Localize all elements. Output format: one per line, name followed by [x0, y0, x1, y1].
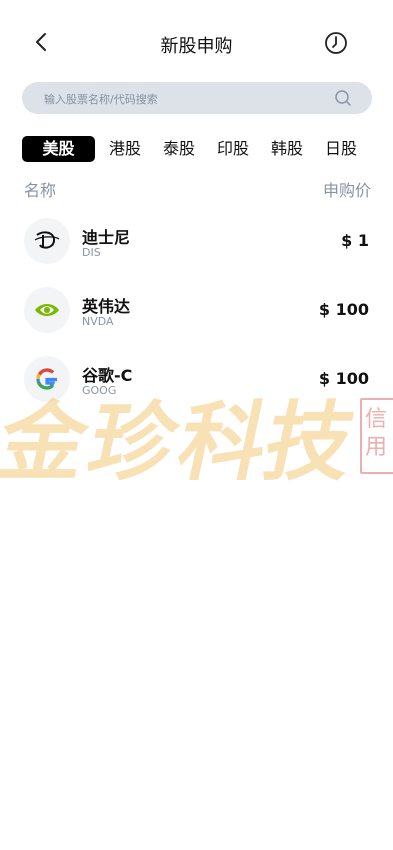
- column-name-header: 名称: [24, 181, 57, 200]
- stock-price: $ 100: [318, 300, 369, 319]
- tab-kr[interactable]: 韩股: [264, 136, 310, 162]
- header: 新股申购: [0, 0, 393, 86]
- search-icon[interactable]: [334, 89, 352, 107]
- nvidia-logo: [24, 287, 70, 333]
- seal-text: 信用: [365, 407, 388, 460]
- watermark-seal: 信用: [360, 398, 393, 474]
- stock-code: DIS: [82, 246, 101, 259]
- stock-code: NVDA: [82, 315, 114, 328]
- tab-hk[interactable]: 港股: [102, 136, 148, 162]
- stock-code: GOOG: [82, 384, 117, 397]
- market-tabs: 美股 港股 泰股 印股 韩股 日股: [22, 136, 372, 162]
- search-input[interactable]: 输入股票名称/代码搜索: [22, 82, 372, 114]
- google-logo: [24, 356, 70, 402]
- disney-logo: [24, 218, 70, 264]
- history-clock-icon[interactable]: [324, 31, 348, 55]
- tab-in[interactable]: 印股: [210, 136, 256, 162]
- stock-row-dis[interactable]: 迪士尼 DIS $ 1: [0, 218, 393, 274]
- stock-name: 谷歌-C: [82, 366, 133, 385]
- stock-row-nvda[interactable]: 英伟达 NVDA $ 100: [0, 287, 393, 343]
- column-price-header: 申购价: [322, 181, 371, 200]
- tab-jp[interactable]: 日股: [318, 136, 364, 162]
- tab-us[interactable]: 美股: [22, 136, 95, 162]
- tab-th[interactable]: 泰股: [156, 136, 202, 162]
- stock-price: $ 1: [341, 231, 369, 250]
- stock-row-goog[interactable]: 谷歌-C GOOG $ 100: [0, 356, 393, 412]
- stock-name: 迪士尼: [82, 228, 131, 247]
- stock-name: 英伟达: [82, 297, 131, 316]
- search-placeholder: 输入股票名称/代码搜索: [44, 93, 158, 106]
- stock-price: $ 100: [318, 369, 369, 388]
